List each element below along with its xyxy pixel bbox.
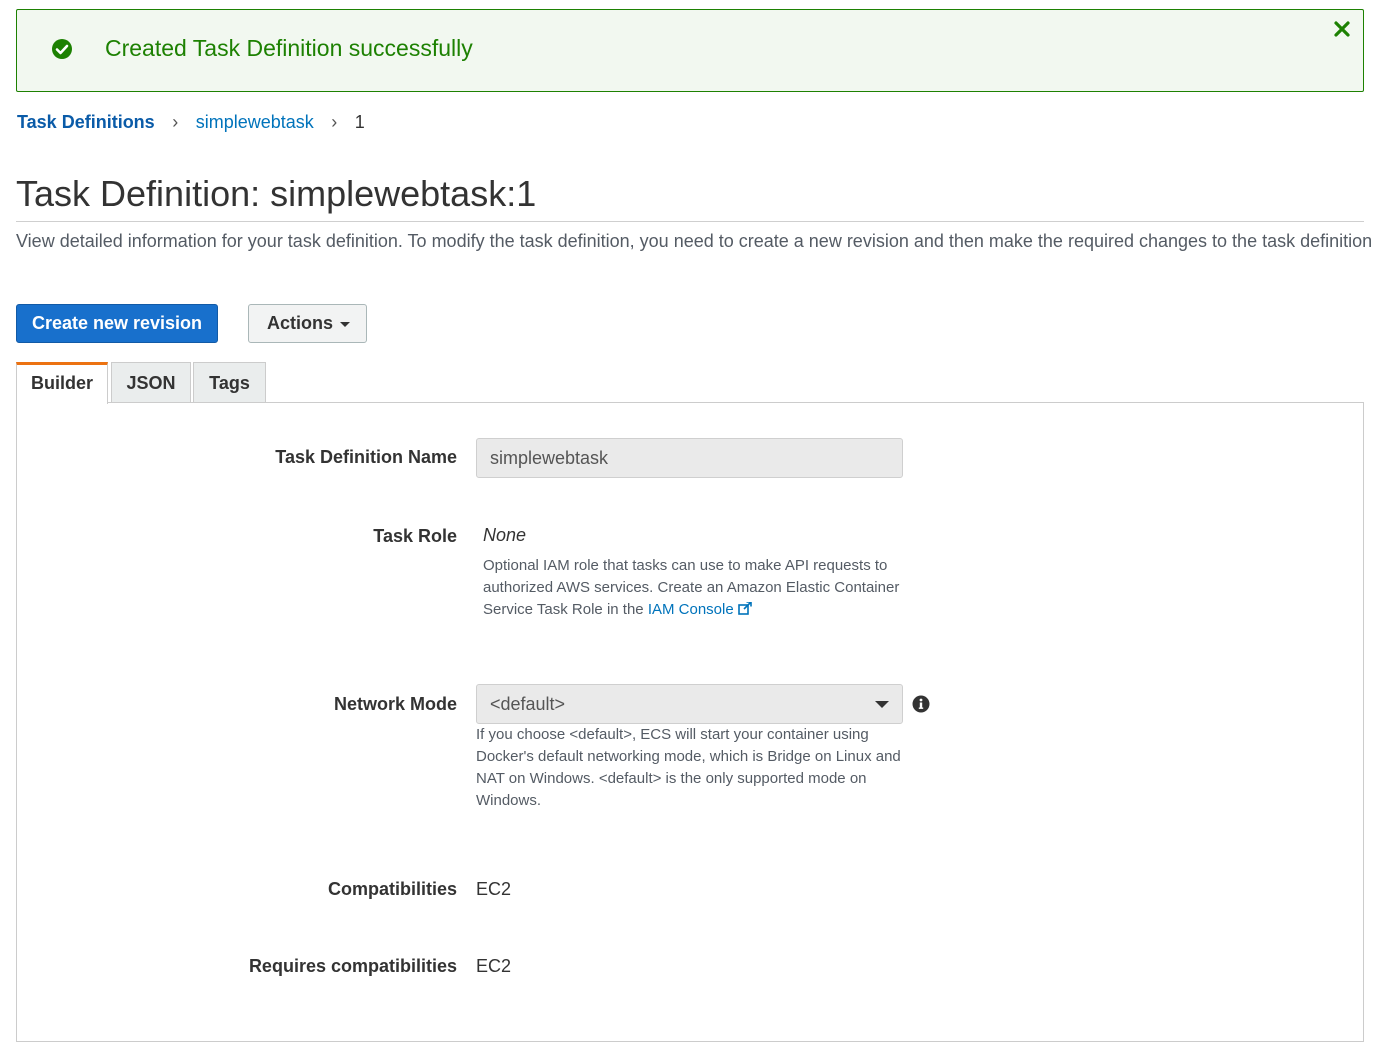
iam-console-link[interactable]: IAM Console: [648, 601, 752, 618]
page-description: View detailed information for your task …: [16, 231, 1373, 251]
task-role-help: Optional IAM role that tasks can use to …: [483, 555, 903, 621]
create-new-revision-button[interactable]: Create new revision: [16, 304, 218, 343]
breadcrumb-simplewebtask[interactable]: simplewebtask: [196, 112, 314, 133]
close-icon[interactable]: [1333, 20, 1351, 38]
compatibilities-label: Compatibilities: [327, 879, 457, 899]
network-mode-select[interactable]: <default>: [476, 684, 903, 724]
requires-compatibilities-value: EC2: [476, 956, 512, 976]
task-role-value: None: [483, 525, 527, 545]
task-definition-name-field: simplewebtask: [476, 438, 903, 478]
tab-tags[interactable]: Tags: [193, 362, 266, 403]
alert-message: Created Task Definition successfully: [105, 35, 473, 61]
caret-down-icon: [340, 322, 350, 327]
task-role-label: Task Role: [373, 526, 457, 546]
actions-dropdown-button[interactable]: Actions: [248, 304, 367, 343]
breadcrumb-separator: ›: [172, 112, 179, 132]
external-link-icon: [738, 601, 752, 615]
network-mode-label: Network Mode: [333, 694, 457, 714]
tab-builder[interactable]: Builder: [16, 362, 108, 404]
success-alert: Created Task Definition successfully: [16, 9, 1364, 92]
breadcrumb-task-definitions[interactable]: Task Definitions: [17, 112, 155, 133]
tab-json[interactable]: JSON: [111, 362, 191, 403]
network-mode-value: <default>: [490, 694, 566, 714]
compatibilities-value: EC2: [476, 879, 512, 899]
dropdown-arrow-icon: [875, 701, 889, 708]
page-title: Task Definition: simplewebtask:1: [16, 173, 537, 214]
title-divider: [16, 221, 1364, 222]
check-circle-icon: [52, 39, 72, 59]
actions-label: Actions: [267, 313, 334, 333]
breadcrumb: Task Definitions › simplewebtask › 1: [17, 112, 365, 133]
task-definition-name-label: Task Definition Name: [275, 447, 457, 467]
network-mode-help: If you choose <default>, ECS will start …: [476, 726, 901, 809]
breadcrumb-current-revision: 1: [354, 112, 365, 132]
requires-compatibilities-label: Requires compatibilities: [248, 956, 457, 976]
breadcrumb-separator: ›: [331, 112, 338, 132]
info-icon[interactable]: [912, 695, 930, 713]
